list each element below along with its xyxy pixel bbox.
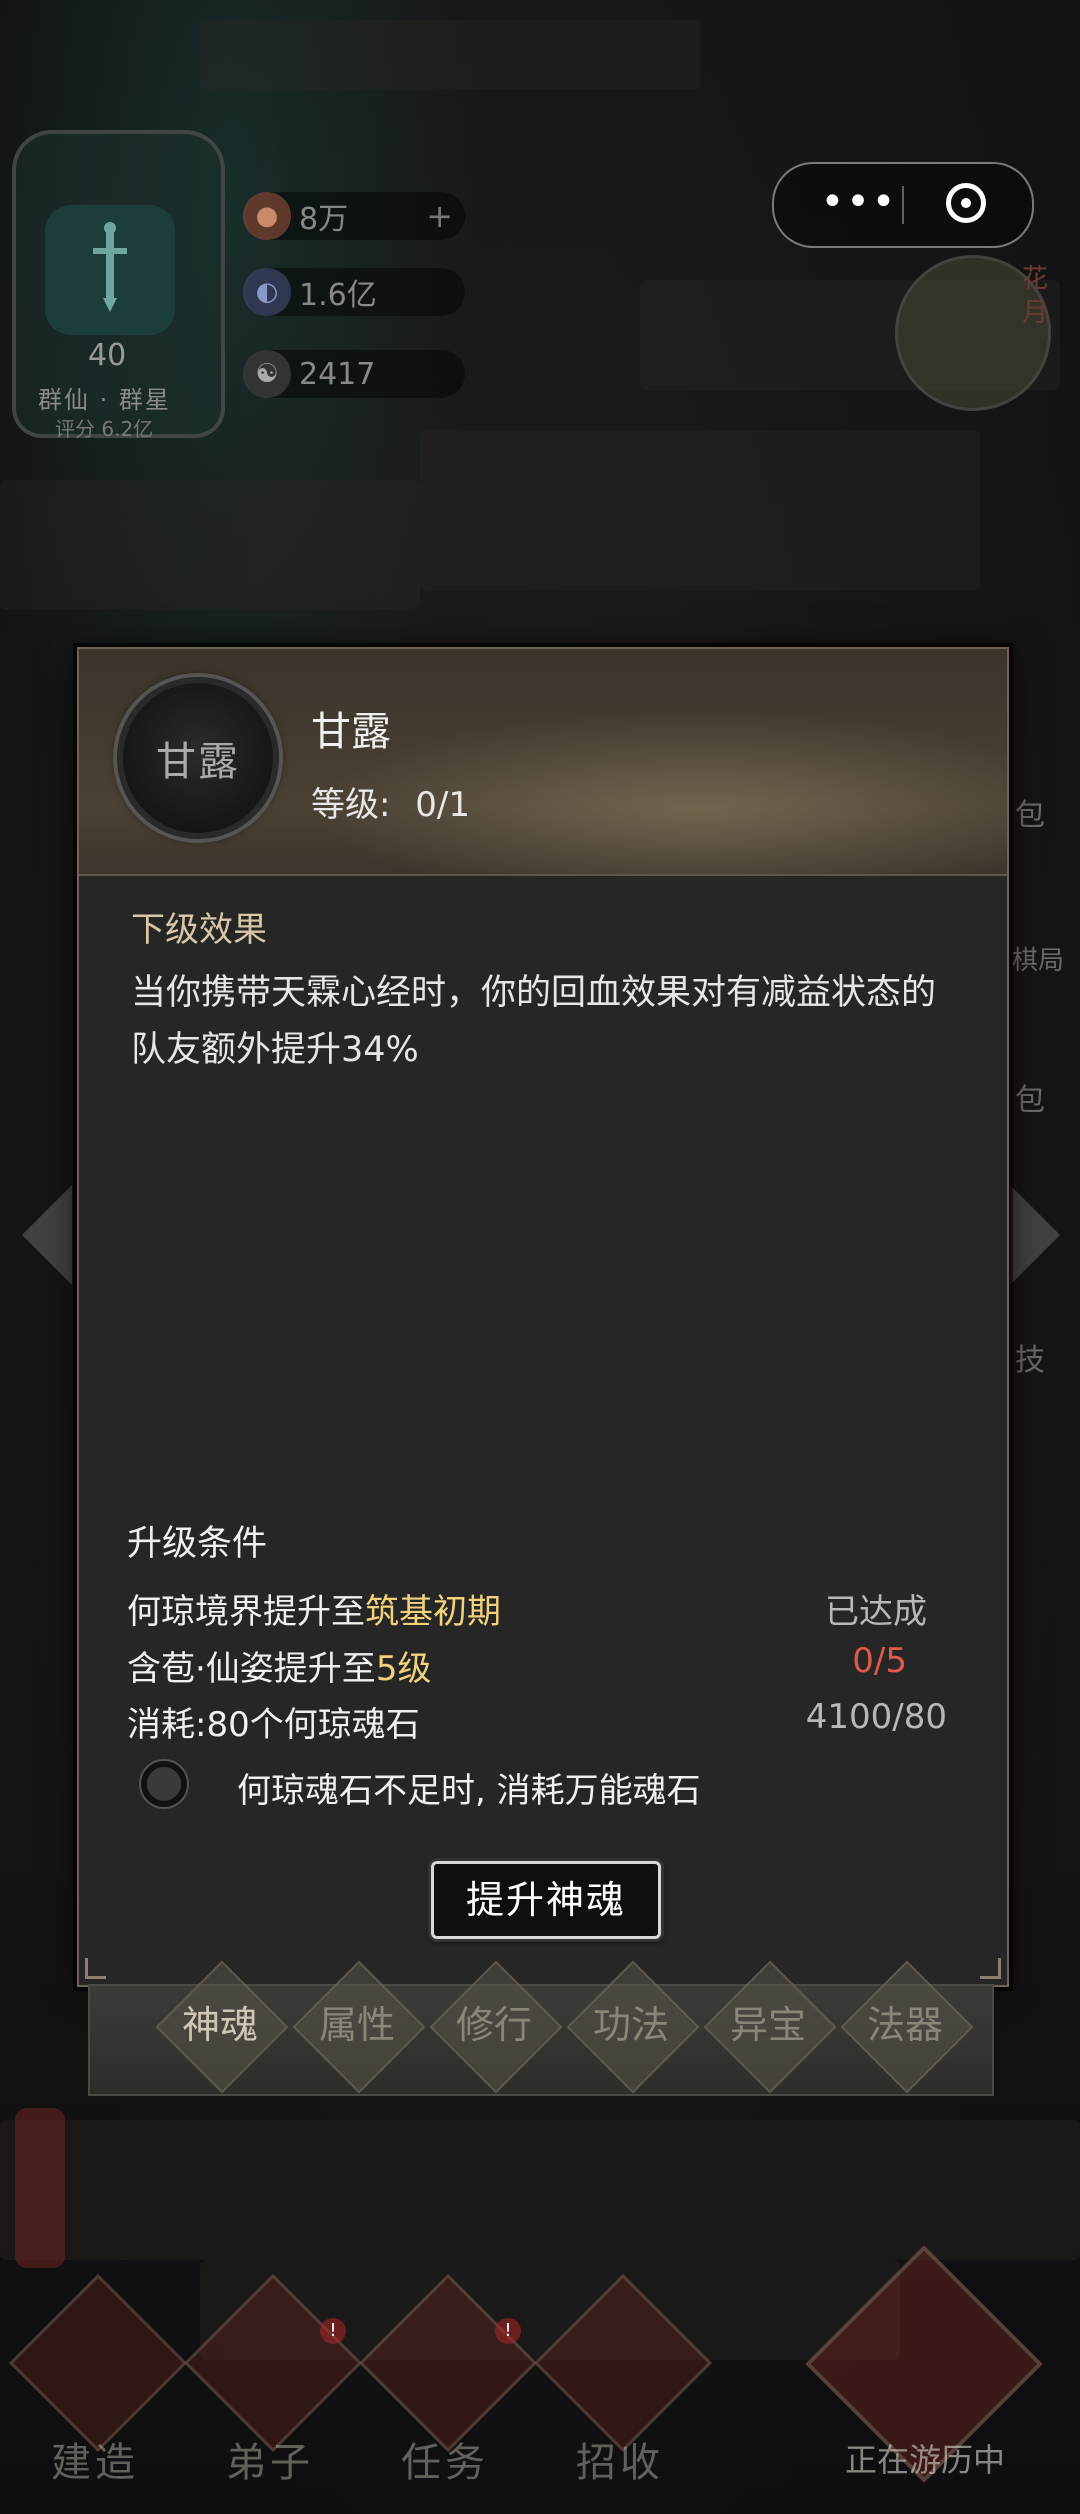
skill-detail-dialog: 甘露 甘露 等级: 0/1 下级效果 当你携带天霖心经时，你的回血效果对有减益状…	[77, 647, 1009, 1987]
nav-disciples[interactable]: ! 弟子	[180, 2273, 363, 2510]
condition-row: 何琼境界提升至筑基初期 已达成	[127, 1584, 947, 1634]
resource-value: 2417	[299, 356, 376, 392]
effect-title: 下级效果	[131, 910, 267, 950]
tab-artifacts[interactable]: 法器	[850, 1994, 960, 2049]
category-tab-strip: 神魂 属性 修行 功法 异宝 法器	[88, 1960, 994, 2096]
skill-name: 甘露	[311, 709, 391, 755]
build-icon	[8, 2273, 188, 2453]
orb-icon: ◐	[243, 268, 291, 316]
nav-build[interactable]: 建造	[5, 2273, 188, 2510]
player-score: 评分 6.2亿	[55, 417, 154, 441]
disciple-icon	[183, 2273, 363, 2453]
condition-status: 4100/80	[805, 1697, 947, 1737]
nav-tasks[interactable]: ! 任务	[355, 2273, 538, 2510]
upgrade-title: 升级条件	[127, 1524, 268, 1564]
guild-name: 群仙 · 群星	[38, 386, 171, 414]
condition-text: 何琼境界提升至	[127, 1592, 365, 1632]
resource-orb[interactable]: ◐ 1.6亿	[243, 268, 465, 316]
corner-ornament	[980, 1958, 1001, 1979]
more-menu-button[interactable]: •••	[814, 178, 904, 232]
tab-techniques[interactable]: 功法	[576, 1994, 686, 2049]
notification-badge: !	[495, 2318, 521, 2344]
travel-label: 正在游历中	[844, 2441, 1005, 2479]
scroll-icon[interactable]	[15, 2108, 65, 2268]
tab-cultivation[interactable]: 修行	[439, 1994, 549, 2049]
prev-arrow-icon[interactable]	[22, 1185, 72, 1285]
skill-icon-text: 甘露	[156, 739, 240, 785]
yinyang-icon: ☯	[243, 350, 291, 398]
resource-value: 1.6亿	[299, 278, 377, 313]
dialog-header: 甘露 甘露 等级: 0/1	[79, 649, 1007, 876]
tab-treasures[interactable]: 异宝	[713, 1994, 823, 2049]
condition-row: 含苞·仙姿提升至5级 0/5	[127, 1641, 947, 1691]
nav-recruit[interactable]: 招收	[530, 2273, 713, 2510]
side-entry-chess[interactable]: 棋局	[1012, 940, 1064, 977]
condition-status: 0/5	[852, 1641, 907, 1681]
close-target-icon[interactable]	[946, 183, 986, 223]
nav-label: 招收	[576, 2440, 664, 2486]
level-value: 0/1	[415, 785, 470, 825]
resource-yinyang[interactable]: ☯ 2417	[243, 350, 465, 398]
skill-level: 等级: 0/1	[311, 777, 470, 826]
upgrade-soul-button[interactable]: 提升神魂	[431, 1861, 661, 1939]
nav-label: 任务	[401, 2440, 489, 2486]
skill-icon: 甘露	[117, 677, 279, 839]
nav-label: 建造	[51, 2440, 139, 2486]
nav-label: 弟子	[226, 2440, 314, 2486]
condition-highlight: 筑基初期	[365, 1592, 501, 1632]
tab-attributes[interactable]: 属性	[302, 1994, 412, 2049]
side-entry-bag-2[interactable]: 包	[1015, 1075, 1045, 1119]
side-entry-bag[interactable]: 包	[1015, 790, 1045, 834]
peach-icon: ●	[243, 192, 291, 240]
use-universal-soulstone-toggle[interactable]	[141, 1761, 187, 1807]
task-icon	[358, 2273, 538, 2453]
condition-row: 消耗:80个何琼魂石 4100/80	[127, 1697, 947, 1747]
sword-emblem-icon	[45, 205, 175, 335]
side-entry-skill[interactable]: 技	[1015, 1335, 1045, 1379]
condition-text: 消耗:80个何琼魂石	[127, 1705, 420, 1745]
resource-value: 8万	[299, 202, 349, 237]
tab-soul[interactable]: 神魂	[165, 1994, 275, 2049]
toggle-label: 何琼魂石不足时, 消耗万能魂石	[237, 1771, 701, 1811]
condition-status: 已达成	[825, 1592, 927, 1632]
recruit-icon	[533, 2273, 713, 2453]
effect-description: 当你携带天霖心经时，你的回血效果对有减益状态的队友额外提升34%	[131, 973, 937, 1070]
add-icon[interactable]: +	[426, 197, 453, 235]
corner-ornament	[85, 1958, 106, 1979]
condition-highlight: 5级	[375, 1649, 432, 1689]
capsule-divider	[902, 186, 904, 224]
clock-label: 花月	[1022, 264, 1049, 328]
condition-text: 含苞·仙姿提升至	[127, 1649, 376, 1689]
mini-program-capsule: •••	[772, 162, 1034, 248]
player-level: 40	[88, 338, 127, 373]
level-label: 等级:	[311, 785, 391, 825]
next-arrow-icon[interactable]	[1010, 1185, 1060, 1285]
resource-peach[interactable]: ● 8万 +	[243, 192, 465, 240]
travel-button[interactable]: 正在游历中	[800, 2245, 1043, 2500]
notification-badge: !	[320, 2318, 346, 2344]
